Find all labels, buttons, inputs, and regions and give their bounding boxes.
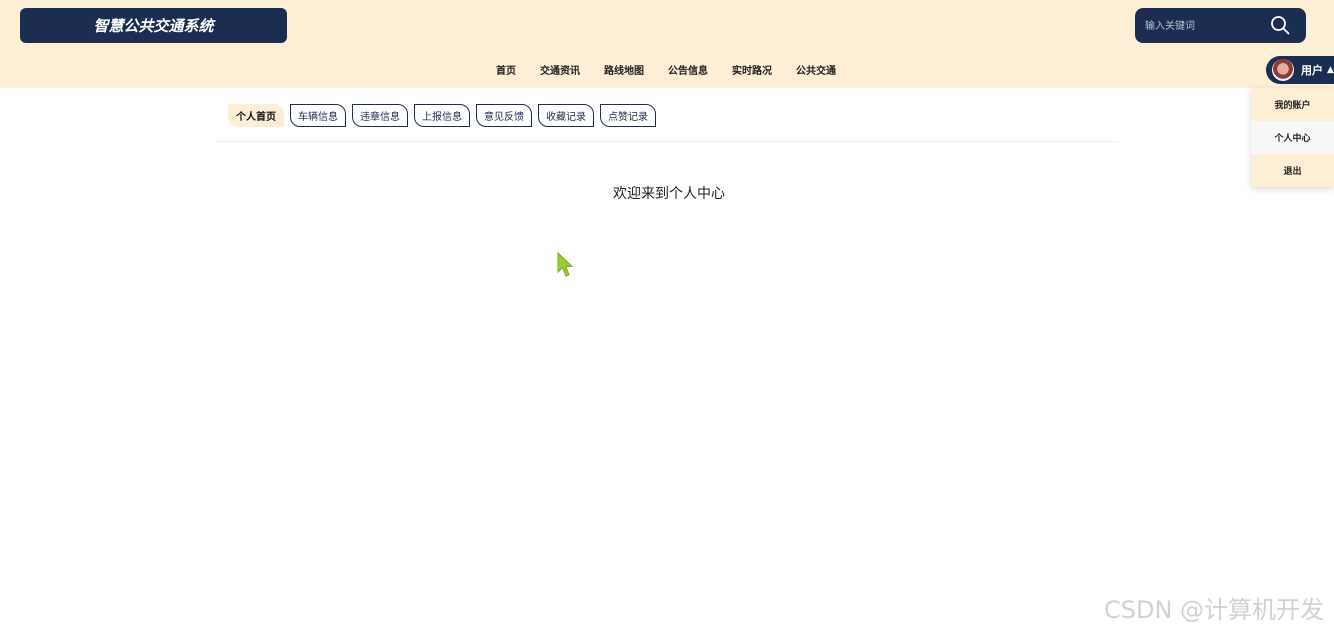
search-icon[interactable]: [1270, 15, 1290, 35]
tab-vehicle-info[interactable]: 车辆信息: [290, 104, 346, 127]
menu-item-my-account[interactable]: 我的账户: [1251, 88, 1334, 121]
nav-item-home[interactable]: 首页: [484, 62, 528, 82]
tab-likes[interactable]: 点赞记录: [600, 104, 656, 127]
user-name: 用户: [1301, 64, 1323, 77]
nav-item-public-transport[interactable]: 公共交通: [784, 62, 848, 82]
main-nav: 首页 交通资讯 路线地图 公告信息 实时路况 公共交通: [484, 62, 848, 82]
tab-violation-info[interactable]: 违章信息: [352, 104, 408, 127]
tab-personal-home[interactable]: 个人首页: [228, 104, 284, 127]
caret-up-icon: ▲: [1327, 65, 1334, 75]
nav-item-route-map[interactable]: 路线地图: [592, 62, 656, 82]
brand-title[interactable]: 智慧公共交通系统: [20, 8, 287, 43]
top-header: 智慧公共交通系统 首页 交通资讯 路线地图 公告信息 实时路况 公共交通 用户 …: [0, 0, 1334, 88]
nav-item-traffic-news[interactable]: 交通资讯: [528, 62, 592, 82]
welcome-text: 欢迎来到个人中心: [613, 186, 725, 202]
avatar: [1272, 59, 1294, 81]
tab-favorites[interactable]: 收藏记录: [538, 104, 594, 127]
user-menu-button[interactable]: 用户 ▲: [1266, 56, 1334, 84]
user-dropdown-menu: 我的账户 个人中心 退出: [1251, 88, 1334, 187]
nav-item-realtime-traffic[interactable]: 实时路况: [720, 62, 784, 82]
watermark: CSDN @计算机开发: [1104, 596, 1325, 624]
mouse-pointer-icon: [557, 252, 574, 277]
search-input[interactable]: [1145, 15, 1265, 37]
tabs-divider: [214, 141, 1118, 142]
nav-item-announcements[interactable]: 公告信息: [656, 62, 720, 82]
tab-feedback[interactable]: 意见反馈: [476, 104, 532, 127]
menu-item-personal-center[interactable]: 个人中心: [1251, 121, 1334, 154]
profile-tabs: 个人首页 车辆信息 违章信息 上报信息 意见反馈 收藏记录 点赞记录: [228, 104, 656, 127]
tab-report-info[interactable]: 上报信息: [414, 104, 470, 127]
